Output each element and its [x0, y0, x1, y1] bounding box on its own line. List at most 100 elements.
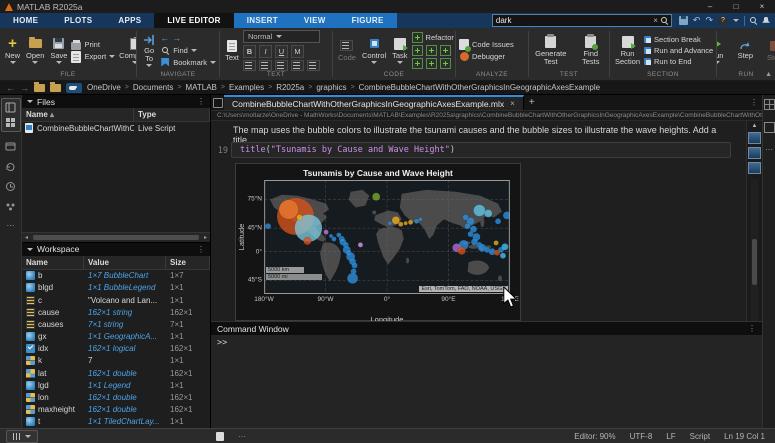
workspace-browser-icon[interactable]: [764, 99, 775, 110]
workspace-variable-row[interactable]: gx1×1 GeographicA...1×1: [22, 331, 210, 343]
ribbon-tab-view[interactable]: VIEW: [291, 13, 339, 28]
workspace-variable-row[interactable]: causes7×1 string7×1: [22, 318, 210, 330]
more-icon[interactable]: ⋯: [765, 145, 773, 154]
breadcrumb-item[interactable]: graphics: [316, 83, 346, 92]
editor-scrollbar[interactable]: [751, 179, 758, 321]
extract-function-icon[interactable]: [426, 45, 437, 56]
file-row[interactable]: CombineBubbleChartWithO... Live Script: [22, 122, 210, 134]
folder-up-icon[interactable]: [34, 84, 45, 92]
output-thumbnail[interactable]: [748, 147, 761, 159]
panel-menu-icon[interactable]: ⋮: [748, 324, 756, 333]
forward-icon[interactable]: →: [20, 83, 29, 93]
files-horizontal-scrollbar[interactable]: ◂ ▸: [22, 232, 210, 242]
save-button[interactable]: Save: [48, 36, 69, 65]
ribbon-tab-live-editor[interactable]: LIVE EDITOR: [154, 13, 233, 28]
open-button[interactable]: Open: [24, 36, 46, 65]
close-button[interactable]: ×: [749, 0, 775, 13]
text-style-dropdown[interactable]: Normal: [243, 30, 320, 43]
inline-function-icon[interactable]: [440, 45, 451, 56]
code-line[interactable]: title("Tsunamis by Cause and Wave Height…: [231, 142, 731, 158]
collapse-ribbon-icon[interactable]: ▲: [765, 71, 772, 78]
history-clock-icon[interactable]: [5, 181, 16, 192]
workspace-col-name[interactable]: Name: [22, 256, 84, 269]
tab-bar-menu-icon[interactable]: ⋮: [746, 95, 762, 110]
search-input[interactable]: [496, 16, 650, 25]
export-button[interactable]: Export: [71, 52, 115, 62]
window-icon[interactable]: [5, 141, 16, 152]
compare-button[interactable]: Compare: [117, 36, 136, 65]
breadcrumb-item[interactable]: OneDrive: [87, 83, 121, 92]
browse-folder-icon[interactable]: [50, 84, 61, 92]
monospace-button[interactable]: M: [291, 45, 304, 58]
task-button[interactable]: Task: [390, 36, 409, 65]
workspace-variable-row[interactable]: lon162×1 double162×1: [22, 391, 210, 403]
panel-menu-icon[interactable]: ⋮: [197, 97, 205, 106]
generate-test-button[interactable]: Generate Test: [532, 34, 570, 68]
files-col-name[interactable]: Name ▴: [22, 108, 134, 121]
more-icon[interactable]: ⋯: [7, 221, 15, 230]
status-document-icon[interactable]: [216, 432, 224, 441]
resources-icon[interactable]: [750, 17, 757, 24]
section-break-button[interactable]: Section Break: [644, 35, 713, 44]
align-right-icon[interactable]: [307, 60, 320, 71]
rename-icon[interactable]: [412, 58, 423, 69]
help-caret-icon[interactable]: [733, 19, 739, 22]
collapse-panel-icon[interactable]: [27, 100, 33, 103]
workspace-variable-row[interactable]: lgd1×1 Legend1×1: [22, 379, 210, 391]
output-thumbnail[interactable]: [748, 132, 761, 144]
control-button[interactable]: Control: [360, 36, 388, 65]
maximize-button[interactable]: □: [723, 0, 749, 13]
workspace-variable-row[interactable]: blgd1×1 BubbleLegend1×1: [22, 282, 210, 294]
panels-icon[interactable]: [5, 102, 16, 113]
move-icon[interactable]: [426, 58, 437, 69]
status-more-icon[interactable]: ⋯: [238, 432, 246, 441]
step-button[interactable]: Step: [736, 40, 755, 61]
workspace-view-button[interactable]: [6, 430, 38, 443]
undo-icon[interactable]: ↶: [693, 14, 701, 27]
minimize-button[interactable]: –: [697, 0, 723, 13]
workspace-variable-row[interactable]: lat162×1 double162×1: [22, 367, 210, 379]
find-tests-button[interactable]: Find Tests: [576, 34, 606, 68]
forward-icon[interactable]: →: [172, 34, 181, 43]
files-col-type[interactable]: Type: [134, 108, 210, 121]
breadcrumb-item[interactable]: Documents: [133, 83, 173, 92]
ribbon-tab-apps[interactable]: APPS: [105, 13, 154, 28]
italic-button[interactable]: I: [259, 45, 272, 58]
code-issues-button[interactable]: Code Issues: [459, 40, 514, 50]
align-center-icon[interactable]: [291, 60, 304, 71]
code-button[interactable]: Code: [336, 38, 358, 63]
community-icon[interactable]: [5, 201, 16, 212]
refactor-button[interactable]: Refactor: [412, 32, 455, 43]
run-section-button[interactable]: Run Section: [613, 34, 642, 68]
help-icon[interactable]: ?: [718, 16, 728, 26]
notifications-bell-icon[interactable]: [762, 17, 770, 25]
breadcrumb-item[interactable]: R2025a: [276, 83, 304, 92]
breadcrumb-item[interactable]: MATLAB: [185, 83, 216, 92]
redo-icon[interactable]: ↷: [705, 14, 713, 27]
debugger-button[interactable]: Debugger: [459, 52, 514, 62]
find-button[interactable]: Find: [160, 45, 216, 55]
workspace-variable-row[interactable]: c"Volcano and Lan...1×1: [22, 294, 210, 306]
documentation-search[interactable]: ×: [492, 14, 672, 27]
scroll-right-icon[interactable]: ▸: [201, 234, 210, 241]
back-icon[interactable]: ←: [160, 34, 169, 43]
close-tab-icon[interactable]: ×: [510, 99, 515, 108]
run-button[interactable]: Run: [717, 36, 726, 65]
sync-icon[interactable]: [5, 161, 16, 172]
breadcrumb-item[interactable]: CombineBubbleChartWithOtherGraphicsInGeo…: [359, 83, 600, 92]
back-icon[interactable]: ←: [6, 83, 15, 93]
ribbon-tab-home[interactable]: HOME: [0, 13, 51, 28]
command-window[interactable]: >>: [211, 335, 762, 428]
workspace-variable-row[interactable]: t1×1 TiledChartLay...1×1: [22, 416, 210, 428]
quick-save-icon[interactable]: [679, 16, 688, 25]
scroll-up-icon[interactable]: ▲: [752, 123, 758, 129]
figure-output[interactable]: Tsunamis by Cause and Wave Height: [235, 163, 521, 321]
command-window-header[interactable]: Command Window ⋮: [211, 321, 762, 335]
panel-menu-icon[interactable]: ⋮: [197, 245, 205, 254]
breadcrumb-item[interactable]: Examples: [229, 83, 264, 92]
wrap-function-icon[interactable]: [412, 45, 423, 56]
ribbon-tab-insert[interactable]: INSERT: [234, 13, 291, 28]
document-tab[interactable]: CombineBubbleChartWithOtherGraphicsInGeo…: [224, 95, 524, 110]
output-thumbnail[interactable]: [748, 162, 761, 174]
workspace-variable-row[interactable]: idx162×1 logical162×1: [22, 343, 210, 355]
